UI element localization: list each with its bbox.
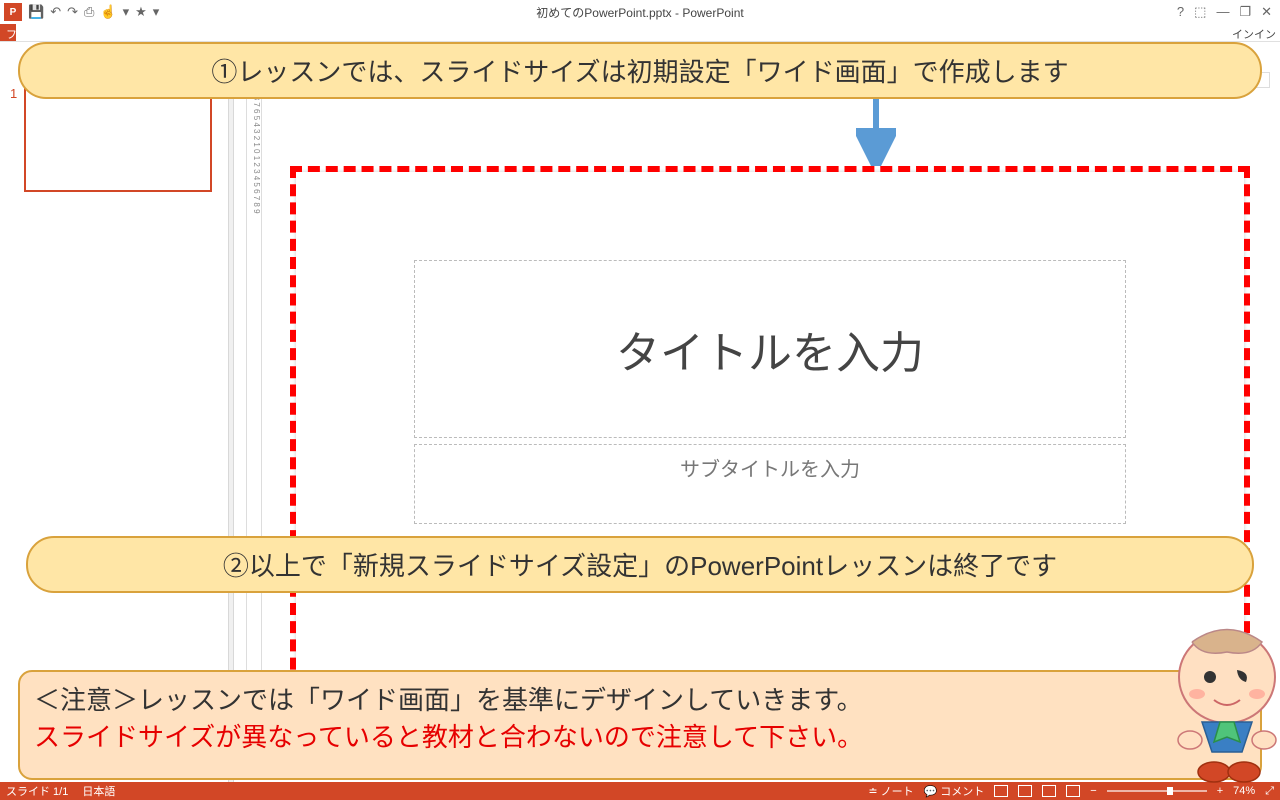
- ribbon-options-icon[interactable]: ⬚: [1194, 4, 1206, 20]
- annotation-bubble-1: ①レッスンでは、スライドサイズは初期設定「ワイド画面」で作成します: [18, 42, 1262, 99]
- qat-touch-icon[interactable]: ☝: [100, 4, 116, 20]
- annotation-bubble-2: ②以上で「新規スライドサイズ設定」のPowerPointレッスンは終了です: [26, 536, 1254, 593]
- arrow-down-icon: [856, 96, 896, 166]
- restore-icon[interactable]: ❐: [1239, 4, 1251, 20]
- qat-more-icon[interactable]: ▾: [123, 4, 130, 20]
- qat-start-icon[interactable]: ⎙: [84, 4, 94, 20]
- warning-line-2: スライドサイズが異なっていると教材と合わないので注意して下さい。: [34, 717, 1246, 754]
- normal-view-icon[interactable]: [994, 785, 1008, 797]
- file-tab[interactable]: ファ: [0, 24, 16, 41]
- app-icon: P: [4, 3, 22, 21]
- warning-line-1: ＜注意＞レッスンでは「ワイド画面」を基準にデザインしていきます。: [34, 680, 1246, 717]
- mascot-character: [1142, 622, 1280, 792]
- slide-counter: スライド 1/1: [6, 783, 68, 799]
- language-label: 日本語: [82, 783, 115, 799]
- slide-container: タイトルを入力 サブタイトルを入力: [290, 166, 1250, 706]
- qat-star-icon[interactable]: ★: [135, 4, 147, 20]
- window-title: 初めてのPowerPoint.pptx - PowerPoint: [536, 4, 743, 21]
- thumbnail-number: 1: [10, 86, 24, 192]
- notes-button[interactable]: ≐ ノート: [868, 783, 913, 799]
- slide[interactable]: タイトルを入力 サブタイトルを入力: [296, 172, 1244, 700]
- help-icon[interactable]: ?: [1177, 4, 1184, 20]
- close-icon[interactable]: ✕: [1261, 4, 1272, 20]
- slideshow-view-icon[interactable]: [1066, 785, 1080, 797]
- title-bar: P 💾 ↶ ↷ ⎙ ☝ ▾ ★ ▾ 初めてのPowerPoint.pptx - …: [0, 0, 1280, 24]
- status-bar: スライド 1/1 日本語 ≐ ノート 💬 コメント − + 74% ⤢: [0, 782, 1280, 800]
- signin-link[interactable]: インイン: [1232, 24, 1280, 41]
- minimize-icon[interactable]: —: [1216, 4, 1229, 20]
- language-indicator[interactable]: 日本語: [82, 783, 115, 799]
- zoom-out-button[interactable]: −: [1090, 785, 1096, 797]
- thumbnail-preview[interactable]: [24, 86, 212, 192]
- warning-box: ＜注意＞レッスンでは「ワイド画面」を基準にデザインしていきます。 スライドサイズ…: [18, 670, 1262, 780]
- qat-save-icon[interactable]: 💾: [28, 4, 44, 20]
- comments-button[interactable]: 💬 コメント: [924, 783, 985, 799]
- slide-sorter-view-icon[interactable]: [1018, 785, 1032, 797]
- qat-redo-icon[interactable]: ↷: [67, 4, 78, 20]
- qat-undo-icon[interactable]: ↶: [50, 4, 61, 20]
- reading-view-icon[interactable]: [1042, 785, 1056, 797]
- slide-thumbnail-1[interactable]: 1: [0, 82, 228, 196]
- qat-more2-icon[interactable]: ▾: [153, 4, 160, 20]
- title-placeholder[interactable]: タイトルを入力: [414, 260, 1126, 438]
- ribbon: ファ インイン: [0, 24, 1280, 42]
- subtitle-placeholder[interactable]: サブタイトルを入力: [414, 444, 1126, 524]
